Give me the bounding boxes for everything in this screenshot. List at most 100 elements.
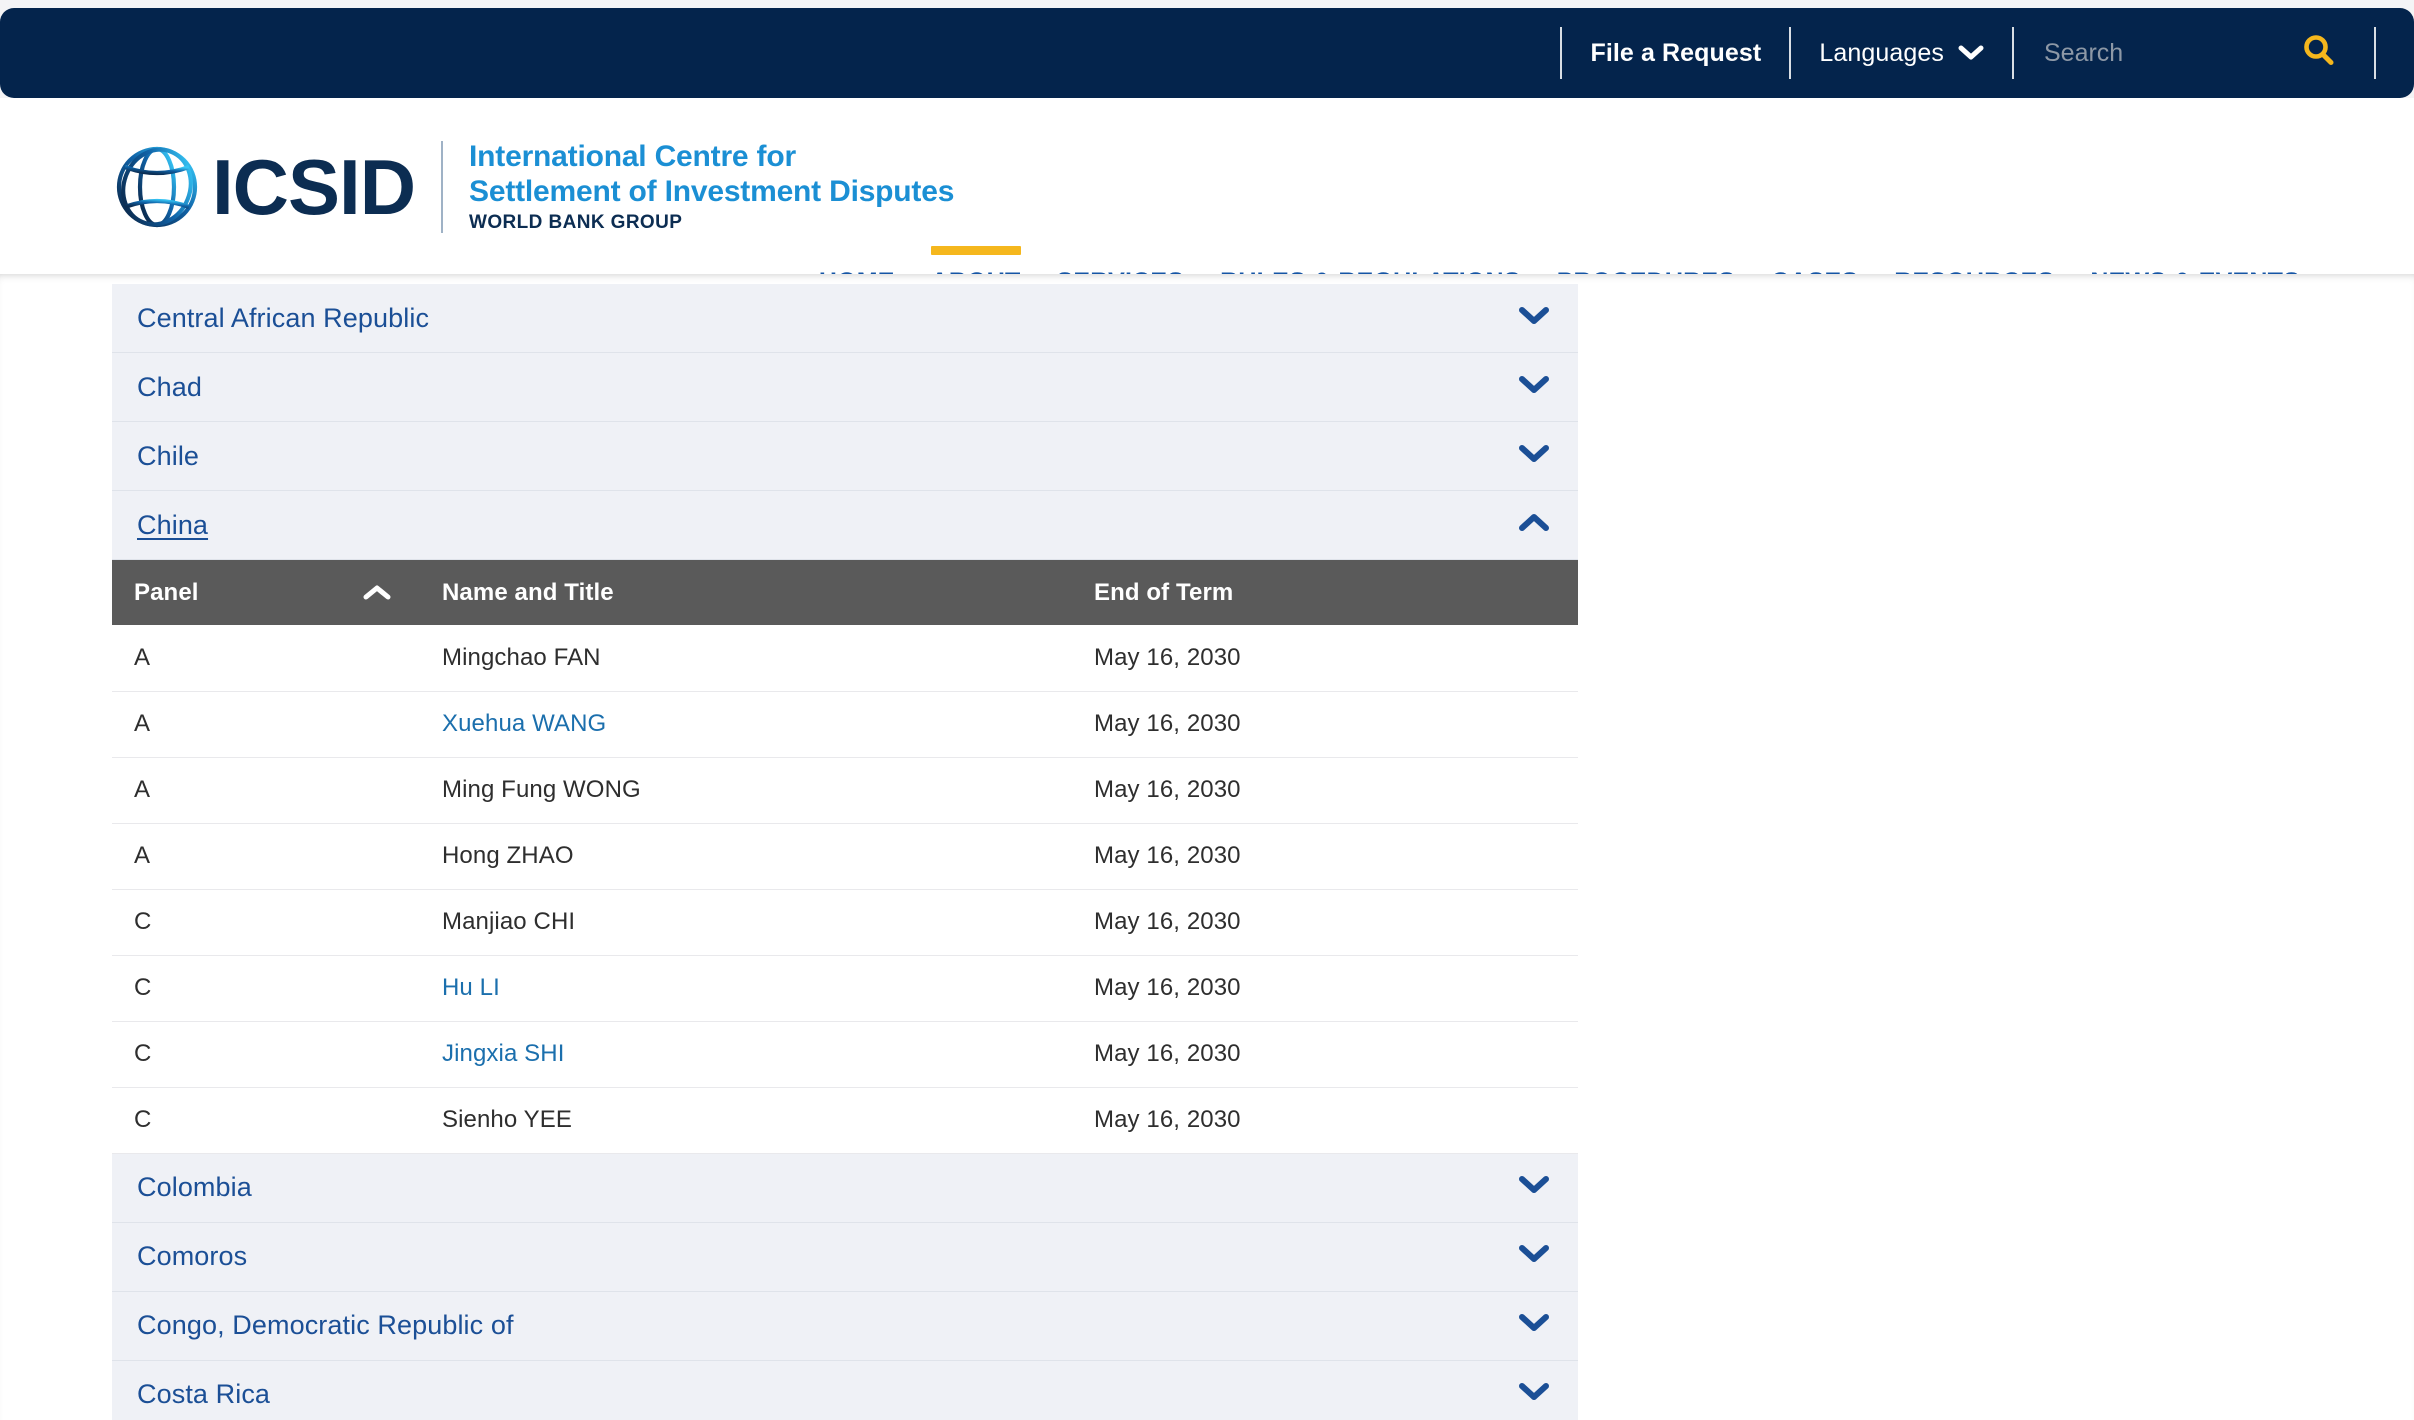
divider — [2012, 27, 2014, 79]
site-logo[interactable]: ICSID International Centre for Settlemen… — [108, 138, 954, 236]
table-row: C Sienho YEE May 16, 2030 — [112, 1087, 1578, 1154]
cell-end-of-term: May 16, 2030 — [1072, 691, 1578, 758]
table-row: C Manjiao CHI May 16, 2030 — [112, 889, 1578, 956]
cell-name: Sienho YEE — [420, 1087, 1072, 1154]
search-placeholder: Search — [2044, 38, 2124, 67]
person-name: Hong ZHAO — [442, 842, 574, 869]
column-header-name-and-title[interactable]: Name and Title — [420, 560, 1072, 625]
divider — [1789, 27, 1792, 79]
accordion-item-colombia[interactable]: Colombia — [112, 1153, 1578, 1223]
cell-end-of-term: May 16, 2030 — [1072, 955, 1578, 1022]
logo-line-2: Settlement of Investment Disputes — [469, 174, 955, 208]
search-input[interactable]: Search — [2014, 39, 2264, 68]
table-row: A Hong ZHAO May 16, 2030 — [112, 823, 1578, 890]
cell-panel: A — [112, 625, 420, 692]
column-header-panel[interactable]: Panel — [112, 560, 420, 625]
cell-panel: A — [112, 757, 420, 824]
chevron-down-icon — [1958, 39, 1984, 68]
person-name-link[interactable]: Hu LI — [442, 974, 500, 1001]
cell-end-of-term: May 16, 2030 — [1072, 1087, 1578, 1154]
site-header: ICSID International Centre for Settlemen… — [0, 98, 2414, 296]
page-content: Central African Republic Chad Chile Chin… — [0, 274, 2414, 1420]
chevron-up-icon — [1518, 513, 1550, 538]
person-name: Ming Fung WONG — [442, 776, 641, 803]
country-accordion: Central African Republic Chad Chile Chin… — [112, 284, 1578, 1420]
languages-dropdown[interactable]: Languages — [1791, 39, 2012, 68]
chevron-up-icon — [362, 584, 392, 602]
cell-panel: C — [112, 1087, 420, 1154]
cell-end-of-term: May 16, 2030 — [1072, 1021, 1578, 1088]
accordion-label: Congo, Democratic Republic of — [137, 1310, 514, 1340]
person-name-link[interactable]: Jingxia SHI — [442, 1040, 564, 1067]
cell-panel: C — [112, 889, 420, 956]
accordion-label: Chile — [137, 440, 200, 471]
cell-panel: C — [112, 955, 420, 1022]
column-label: End of Term — [1094, 578, 1234, 606]
column-label: Panel — [134, 578, 199, 606]
person-name: Sienho YEE — [442, 1106, 572, 1133]
cell-panel: A — [112, 691, 420, 758]
chevron-down-icon — [1518, 444, 1550, 469]
chevron-down-icon — [1518, 1175, 1550, 1200]
search-icon — [2301, 33, 2337, 74]
cell-name: Mingchao FAN — [420, 625, 1072, 692]
table-head: Panel Name and Title End of Term — [112, 560, 1578, 625]
chevron-down-icon — [1518, 1313, 1550, 1338]
accordion-item-chad[interactable]: Chad — [112, 353, 1578, 422]
logo-line-1: International Centre for — [469, 140, 796, 174]
cell-panel: C — [112, 1021, 420, 1088]
cell-name: Hu LI — [420, 955, 1072, 1022]
table-row: C Jingxia SHI May 16, 2030 — [112, 1021, 1578, 1088]
cell-end-of-term: May 16, 2030 — [1072, 889, 1578, 956]
cell-panel: A — [112, 823, 420, 890]
accordion-item-central-african-republic[interactable]: Central African Republic — [112, 284, 1578, 353]
active-indicator — [930, 246, 1021, 255]
cell-name: Jingxia SHI — [420, 1021, 1072, 1088]
table-row: A Xuehua WANG May 16, 2030 — [112, 691, 1578, 758]
chevron-down-icon — [1518, 375, 1550, 400]
top-utility-bar-inner: File a Request Languages Search — [0, 8, 2414, 98]
languages-label: Languages — [1819, 38, 1944, 67]
cell-name: Manjiao CHI — [420, 889, 1072, 956]
table-row: A Ming Fung WONG May 16, 2030 — [112, 757, 1578, 824]
chevron-down-icon — [1518, 1244, 1550, 1269]
accordion-item-costa-rica[interactable]: Costa Rica — [112, 1360, 1578, 1420]
table-body: A Mingchao FAN May 16, 2030 A Xuehua WAN… — [112, 625, 1578, 1154]
accordion-label: Colombia — [137, 1172, 252, 1202]
cell-name: Xuehua WANG — [420, 691, 1072, 758]
cell-end-of-term: May 16, 2030 — [1072, 823, 1578, 890]
file-a-request-label: File a Request — [1590, 38, 1762, 67]
person-name: Mingchao FAN — [442, 643, 601, 671]
chevron-down-icon — [1518, 1382, 1550, 1407]
accordion-label: Costa Rica — [137, 1379, 271, 1409]
logo-tagline: International Centre for Settlement of I… — [469, 140, 954, 233]
accordion-label: Central African Republic — [137, 302, 430, 333]
accordion-label: Comoros — [137, 1241, 248, 1271]
search-button[interactable] — [2264, 33, 2374, 74]
cell-name: Hong ZHAO — [420, 823, 1072, 890]
column-label: Name and Title — [442, 578, 614, 606]
accordion-item-congo-democratic-republic-of[interactable]: Congo, Democratic Republic of — [112, 1291, 1578, 1361]
cell-end-of-term: May 16, 2030 — [1072, 757, 1578, 824]
table-row: C Hu LI May 16, 2030 — [112, 955, 1578, 1022]
table-header-row: Panel Name and Title End of Term — [112, 560, 1578, 625]
person-name-link[interactable]: Xuehua WANG — [442, 710, 606, 737]
divider — [441, 141, 444, 233]
divider — [2374, 27, 2376, 79]
china-panel: Panel Name and Title End of Term A Mingc… — [112, 560, 1578, 1154]
file-a-request-link[interactable]: File a Request — [1562, 39, 1789, 68]
cell-name: Ming Fung WONG — [420, 757, 1072, 824]
globe-icon — [108, 138, 206, 236]
cell-end-of-term: May 16, 2030 — [1072, 625, 1578, 692]
chevron-down-icon — [1518, 306, 1550, 331]
panel-members-table: Panel Name and Title End of Term A Mingc… — [112, 560, 1578, 1154]
accordion-label: Chad — [137, 371, 202, 402]
accordion-item-chile[interactable]: Chile — [112, 422, 1578, 491]
accordion-item-china[interactable]: China — [112, 491, 1578, 560]
logo-line-3: WORLD BANK GROUP — [469, 211, 683, 233]
table-row: A Mingchao FAN May 16, 2030 — [112, 625, 1578, 692]
divider — [1560, 27, 1563, 79]
person-name: Manjiao CHI — [442, 908, 576, 935]
column-header-end-of-term[interactable]: End of Term — [1072, 560, 1578, 625]
accordion-item-comoros[interactable]: Comoros — [112, 1222, 1578, 1292]
